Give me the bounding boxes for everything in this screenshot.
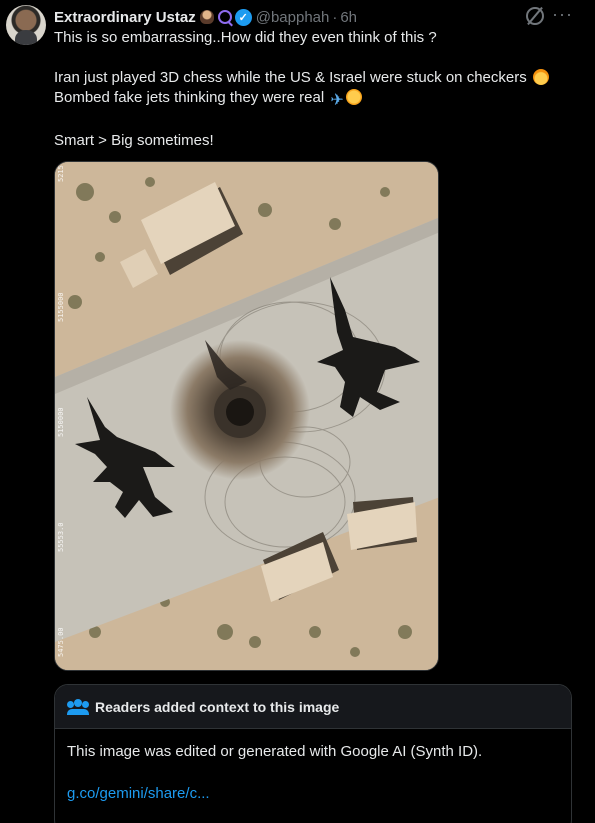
mind-blown-emoji-icon (532, 69, 549, 85)
verified-badge-icon[interactable]: ✓ (234, 8, 252, 26)
tweet-line: Bombed fake jets thinking they were real… (54, 88, 574, 111)
airplane-emoji-icon: ✈ (330, 92, 344, 109)
community-note-link[interactable]: g.co/gemini/share/c... (67, 784, 559, 804)
community-note-title: Readers added context to this image (95, 698, 340, 715)
community-note: Readers added context to this image This… (54, 684, 572, 823)
tweet-header: Extraordinary Ustaz ✓ @bapphah · 6h (54, 6, 575, 28)
tweet-image[interactable]: 5215 5155000 5150000 55553.0 5475.00 (54, 161, 439, 671)
satellite-image: 5215 5155000 5150000 55553.0 5475.00 (55, 162, 438, 670)
avatar[interactable] (6, 5, 46, 45)
community-note-body: This image was edited or generated with … (55, 729, 571, 804)
community-note-header[interactable]: Readers added context to this image (55, 685, 571, 729)
grok-icon[interactable] (526, 7, 544, 25)
coord-label: 5155000 (57, 292, 65, 322)
author-handle[interactable]: @bapphah (256, 9, 330, 26)
more-icon[interactable]: ··· (552, 4, 573, 25)
tweet-line: Smart > Big sometimes! (54, 132, 214, 149)
tweet-line: Iran just played 3D chess while the US &… (54, 68, 574, 88)
coord-label: 55553.0 (57, 522, 65, 552)
coord-label: 5150000 (57, 407, 65, 437)
post-time[interactable]: 6h (340, 9, 357, 26)
community-note-text: This image was edited or generated with … (67, 743, 483, 760)
coord-label: 5475.00 (57, 627, 65, 657)
tweet-text: This is so embarrassing..How did they ev… (54, 28, 574, 151)
people-icon (67, 698, 89, 715)
tweet-line: This is so embarrassing..How did they ev… (54, 29, 437, 46)
person-emoji-icon (199, 10, 214, 24)
search-emoji-icon (217, 10, 232, 24)
coord-label: 5215 (57, 165, 65, 182)
tears-of-joy-emoji-icon (345, 89, 362, 105)
author-name[interactable]: Extraordinary Ustaz (54, 9, 196, 26)
separator-dot: · (332, 8, 338, 26)
